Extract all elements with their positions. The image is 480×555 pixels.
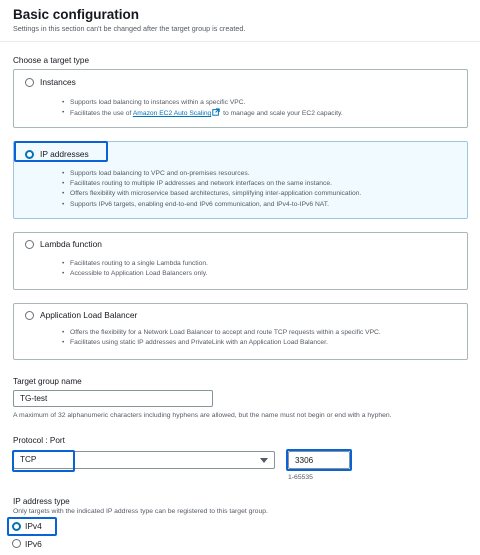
radio-lambda[interactable]: Lambda function [19,234,108,254]
list-item: Facilitates routing to multiple IP addre… [62,179,361,189]
list-item: Supports load balancing to instances wit… [62,98,343,108]
target-group-name-label: Target group name [13,377,82,386]
radio-ipv6-label: IPv6 [25,538,42,549]
autoscaling-text-post: to manage and scale your EC2 capacity. [221,110,343,118]
radio-alb-label: Application Load Balancer [40,310,138,320]
port-highlight-box [286,449,352,471]
ip-address-type-label: IP address type [13,497,70,506]
page-title: Basic configuration [13,7,140,22]
ipv4-highlight-box [7,517,57,536]
list-item: Facilitates routing to a single Lambda f… [62,259,208,269]
ec2-autoscaling-link[interactable]: Amazon EC2 Auto Scaling [133,110,211,117]
target-group-name-input[interactable]: TG-test [13,390,213,407]
autoscaling-text-pre: Facilitates the use of [70,110,133,118]
list-item: Offers flexibility with microservice bas… [62,189,361,199]
radio-alb[interactable]: Application Load Balancer [19,305,143,325]
list-item: Accessible to Application Load Balancers… [62,269,208,279]
ip-address-type-description: Only targets with the indicated IP addre… [13,508,268,515]
radio-instances-label: Instances [40,77,76,87]
page-subtitle: Settings in this section can't be change… [13,24,246,33]
radio-ipv6[interactable]: IPv6 [8,535,46,552]
radio-ipv6-circle[interactable] [12,539,21,548]
lambda-bullets: Facilitates routing to a single Lambda f… [62,259,208,280]
list-item: Offers the flexibility for a Network Loa… [62,328,381,338]
list-item: Supports load balancing to VPC and on-pr… [62,169,361,179]
radio-lambda-label: Lambda function [40,239,102,249]
target-type-card-alb[interactable]: Application Load Balancer Offers the fle… [13,303,468,360]
list-item: Facilitates using static IP addresses an… [62,338,381,348]
radio-instances[interactable]: Instances [19,72,82,92]
instances-bullets: Supports load balancing to instances wit… [62,98,343,119]
target-type-label: Choose a target type [13,56,90,65]
target-type-card-instances[interactable]: Instances Supports load balancing to ins… [13,69,468,128]
section-header: Basic configuration Settings in this sec… [0,0,480,42]
list-item: Supports IPv6 targets, enabling end-to-e… [62,200,361,210]
port-range-hint: 1-65535 [288,474,313,481]
radio-lambda-circle[interactable] [25,239,34,249]
target-type-card-lambda[interactable]: Lambda function Facilitates routing to a… [13,232,468,290]
alb-bullets: Offers the flexibility for a Network Loa… [62,328,381,349]
list-item: Facilitates the use of Amazon EC2 Auto S… [62,108,343,119]
ip-addresses-highlight-box [14,141,108,162]
caret-down-icon[interactable] [260,458,268,463]
ip-addresses-bullets: Supports load balancing to VPC and on-pr… [62,169,361,210]
radio-alb-circle[interactable] [25,310,34,320]
protocol-port-label: Protocol : Port [13,436,65,445]
protocol-highlight-box [12,450,75,472]
radio-instances-circle[interactable] [25,77,34,87]
external-link-icon[interactable] [212,108,220,116]
target-group-name-hint: A maximum of 32 alphanumeric characters … [13,412,392,419]
